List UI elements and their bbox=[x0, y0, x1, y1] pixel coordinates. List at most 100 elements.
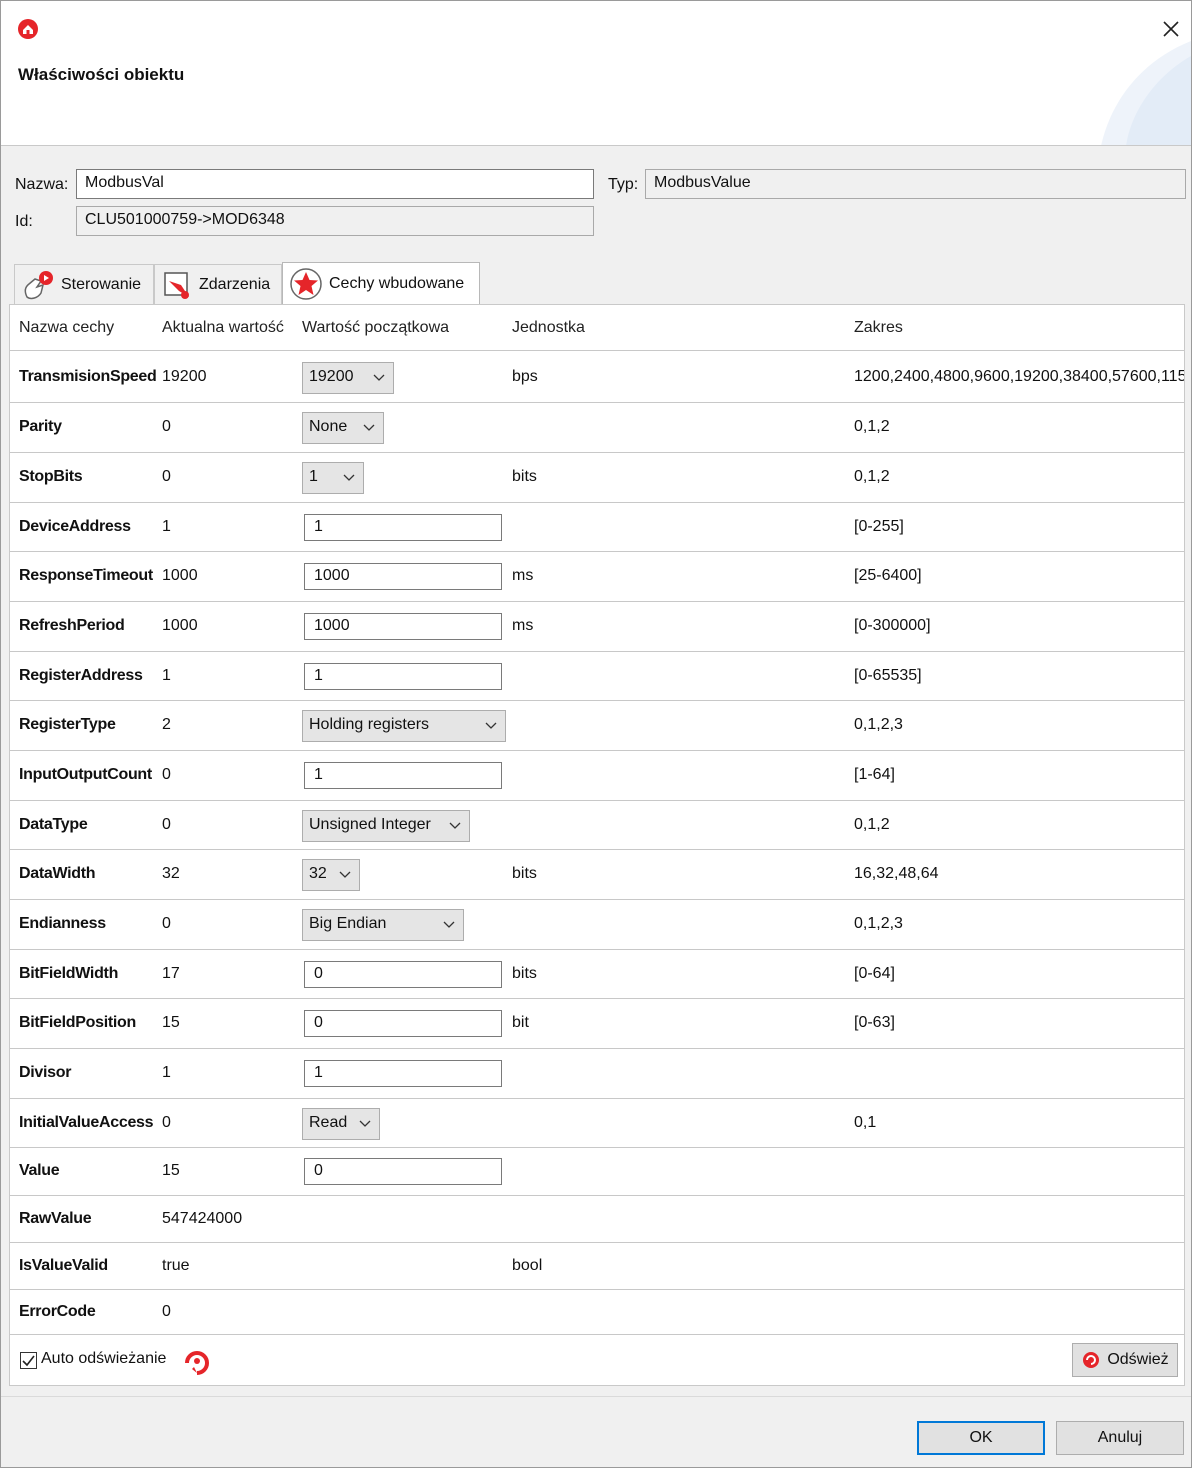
feature-name: ResponseTimeout bbox=[19, 567, 153, 584]
feature-name: DeviceAddress bbox=[19, 518, 131, 535]
feature-name: Endianness bbox=[19, 915, 106, 932]
chevron-down-icon bbox=[373, 374, 385, 381]
col-header-range: Zakres bbox=[854, 319, 903, 336]
initial-value-select[interactable]: Unsigned Integer bbox=[302, 810, 470, 842]
feature-actual-value: 1 bbox=[162, 1064, 171, 1081]
initial-value-input[interactable]: 1 bbox=[304, 514, 502, 541]
feature-unit: bit bbox=[512, 1014, 529, 1031]
feature-unit: bits bbox=[512, 865, 537, 882]
select-value: 1 bbox=[309, 468, 318, 485]
initial-value-select[interactable]: Big Endian bbox=[302, 909, 464, 941]
dialog-title: Właściwości obiektu bbox=[18, 65, 185, 84]
feature-range: [0-300000] bbox=[854, 617, 931, 634]
initial-value-input[interactable]: 0 bbox=[304, 1158, 502, 1185]
col-header-initial: Wartość początkowa bbox=[302, 319, 450, 336]
select-value: Unsigned Integer bbox=[309, 816, 431, 833]
refresh-button[interactable]: Odśwież bbox=[1072, 1343, 1178, 1377]
feature-actual-value: 1 bbox=[162, 518, 171, 535]
initial-value-input[interactable]: 0 bbox=[304, 1010, 502, 1037]
tab-label: Zdarzenia bbox=[199, 275, 271, 293]
table-row: Value 15 0 bbox=[10, 1148, 1184, 1196]
table-row: RefreshPeriod 1000 1000 ms [0-300000] bbox=[10, 602, 1184, 652]
select-value: 32 bbox=[309, 865, 327, 882]
feature-name: BitFieldPosition bbox=[19, 1014, 136, 1031]
feature-actual-value: 0 bbox=[162, 1303, 171, 1320]
feature-actual-value: 17 bbox=[162, 965, 180, 982]
bottom-bar: Auto odświeżanie Odśwież bbox=[9, 1343, 1185, 1383]
feature-name: InputOutputCount bbox=[19, 766, 152, 783]
feature-name: TransmisionSpeed bbox=[19, 368, 157, 385]
id-label: Id: bbox=[15, 213, 33, 230]
feature-actual-value: 0 bbox=[162, 1114, 171, 1131]
feature-actual-value: 1 bbox=[162, 667, 171, 684]
feature-actual-value: 19200 bbox=[162, 368, 207, 385]
initial-value-select[interactable]: Holding registers bbox=[302, 710, 506, 742]
auto-refresh-label: Auto odświeżanie bbox=[41, 1350, 167, 1367]
check-icon bbox=[22, 1355, 35, 1367]
table-row: InitialValueAccess 0 Read 0,1 bbox=[10, 1099, 1184, 1148]
tab-zdarzenia[interactable]: Zdarzenia bbox=[154, 264, 282, 304]
initial-value-input[interactable]: 1000 bbox=[304, 563, 502, 590]
feature-actual-value: 0 bbox=[162, 418, 171, 435]
feature-actual-value: 0 bbox=[162, 915, 171, 932]
properties-dialog: Właściwości obiektu Nazwa: ModbusVal Typ… bbox=[0, 0, 1192, 1468]
table-row: RawValue 547424000 bbox=[10, 1196, 1184, 1243]
name-label: Nazwa: bbox=[15, 176, 69, 193]
auto-refresh-checkbox[interactable] bbox=[20, 1352, 37, 1369]
feature-unit: ms bbox=[512, 567, 534, 584]
feature-name: IsValueValid bbox=[19, 1257, 108, 1274]
feature-name: RefreshPeriod bbox=[19, 617, 125, 634]
initial-value-input[interactable]: 1 bbox=[304, 663, 502, 690]
chevron-down-icon bbox=[363, 424, 375, 431]
refresh-label: Odśwież bbox=[1107, 1351, 1169, 1368]
table-row: RegisterType 2 Holding registers 0,1,2,3 bbox=[10, 701, 1184, 751]
feature-name: RegisterType bbox=[19, 716, 116, 733]
initial-value-select[interactable]: None bbox=[302, 412, 384, 444]
initial-value-input[interactable]: 0 bbox=[304, 961, 502, 988]
tab-cechy-wbudowane[interactable]: Cechy wbudowane bbox=[282, 262, 480, 304]
col-header-actual: Aktualna wartość bbox=[162, 319, 284, 336]
ok-button[interactable]: OK bbox=[917, 1421, 1045, 1455]
initial-value-input[interactable]: 1 bbox=[304, 762, 502, 789]
initial-value-select[interactable]: Read bbox=[302, 1108, 380, 1140]
chevron-down-icon bbox=[339, 871, 351, 878]
feature-actual-value: 15 bbox=[162, 1014, 180, 1031]
chevron-down-icon bbox=[343, 474, 355, 481]
initial-value-input[interactable]: 1 bbox=[304, 1060, 502, 1087]
name-field[interactable]: ModbusVal bbox=[76, 169, 594, 199]
table-row: IsValueValid true bool bbox=[10, 1243, 1184, 1290]
initial-value-select[interactable]: 19200 bbox=[302, 362, 394, 394]
feature-actual-value: 0 bbox=[162, 468, 171, 485]
cancel-button[interactable]: Anuluj bbox=[1056, 1421, 1184, 1455]
table-row: TransmisionSpeed 19200 19200 bps 1200,2400,4… bbox=[10, 353, 1185, 403]
header-divider bbox=[10, 350, 1184, 351]
initial-value-select[interactable]: 32 bbox=[302, 859, 360, 891]
feature-range: [25-6400] bbox=[854, 567, 922, 584]
refresh-icon bbox=[1083, 1352, 1100, 1368]
table-row: BitFieldPosition 15 0 bit [0-63] bbox=[10, 999, 1184, 1049]
close-icon[interactable] bbox=[1159, 17, 1183, 41]
chevron-down-icon bbox=[443, 921, 455, 928]
events-icon bbox=[164, 271, 189, 299]
table-row: Divisor 1 1 bbox=[10, 1049, 1184, 1099]
type-label: Typ: bbox=[608, 176, 639, 193]
initial-value-input[interactable]: 1000 bbox=[304, 613, 502, 640]
tab-label: Cechy wbudowane bbox=[329, 274, 465, 292]
feature-range: 0,1 bbox=[854, 1114, 877, 1131]
feature-name: BitFieldWidth bbox=[19, 965, 119, 982]
table-row: RegisterAddress 1 1 [0-65535] bbox=[10, 652, 1184, 701]
feature-actual-value: 1000 bbox=[162, 567, 198, 584]
initial-value-select[interactable]: 1 bbox=[302, 462, 364, 494]
id-field: CLU501000759->MOD6348 bbox=[76, 206, 594, 236]
table-row: Parity 0 None 0,1,2 bbox=[10, 403, 1184, 453]
feature-range: 1200,2400,4800,9600,19200,38400,57600,11… bbox=[854, 368, 1185, 385]
chevron-down-icon bbox=[449, 822, 461, 829]
table-row: StopBits 0 1 bits 0,1,2 bbox=[10, 453, 1184, 503]
feature-unit: bits bbox=[512, 965, 537, 982]
feature-unit: ms bbox=[512, 617, 534, 634]
feature-range: 0,1,2,3 bbox=[854, 716, 903, 733]
feature-actual-value: 0 bbox=[162, 766, 171, 783]
tab-sterowanie[interactable]: Sterowanie bbox=[14, 264, 154, 304]
feature-range: 0,1,2 bbox=[854, 816, 890, 833]
feature-unit: bits bbox=[512, 468, 537, 485]
